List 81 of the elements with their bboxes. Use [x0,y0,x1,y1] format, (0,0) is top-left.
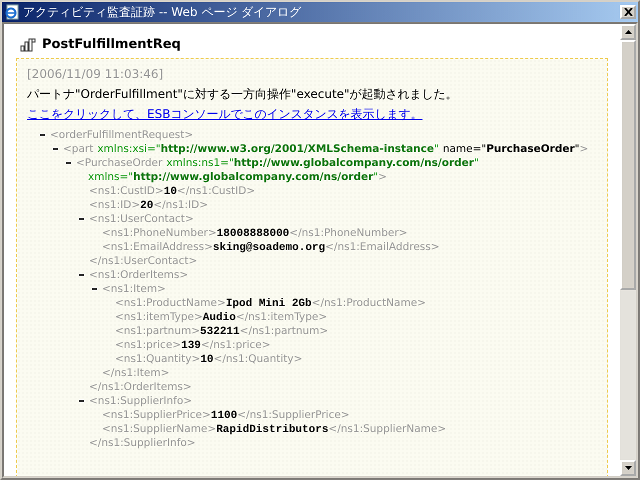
down-arrow-icon [624,466,632,470]
xml-value: Audio [202,312,236,324]
xml-tag: <part [63,143,94,155]
xml-bracket: > [202,409,211,421]
event-message: パートナ"OrderFulfillment"に対する一方向操作"execute"が起動されました。 [27,86,458,103]
xml-tag: </ns1:partnum> [240,325,328,337]
xml-tag: </ns1:EmailAddress> [325,241,440,253]
scroll-down-button[interactable] [620,460,636,476]
xml-attribute: xmlns:ns1="http://www.globalcompany.com/ns/order" [166,156,479,170]
xml-tag: <ns1:PhoneNumber [102,227,208,239]
xml-bracket: > [172,339,182,351]
xml-value: 532211 [200,326,240,338]
xml-value: Ipod Mini 2Gb [226,298,312,310]
xml-tag: <orderFulfillmentRequest [50,129,184,141]
xml-value: 10 [164,186,177,198]
xml-tag: </ns1:OrderItems> [89,380,192,394]
xml-tag: <ns1:SupplierPrice [102,409,202,421]
xml-attribute: xmlns="http://www.globalcompany.com/ns/order" [88,170,378,184]
vertical-scrollbar[interactable] [620,24,636,476]
xml-tag: </ns1:SupplierName> [328,423,446,435]
xml-tag: </ns1:SupplierInfo> [89,436,196,450]
xml-tag: <ns1:Item [102,283,158,295]
xml-value: 20 [140,200,154,212]
xml-bracket: > [184,213,194,225]
xml-tag: </ns1:ProductName> [312,297,426,309]
close-button[interactable] [620,5,636,19]
page-icon [4,4,20,20]
xml-tag: </ns1:ID> [153,199,208,211]
xml-value: 18008888000 [216,228,290,240]
xml-bracket: > [217,297,226,309]
xml-bracket: > [194,311,203,323]
xml-bracket: > [208,227,217,239]
window-title: アクティビティ監査証跡 -- Web ページ ダイアログ [23,4,302,20]
xml-tag: <ns1:partnum [115,325,192,337]
xml-tag: <ns1:EmailAddress [102,241,204,253]
xml-bracket: > [378,171,387,183]
xml-value: 139 [181,340,201,352]
xml-tag: </ns1:price> [200,339,271,351]
xml-tag: <ns1:Quantity [115,353,192,365]
xml-tag: <ns1:UserContact [89,213,185,225]
xml-tag: <ns1:SupplierName [102,423,208,435]
xml-bracket: > [183,395,192,407]
xml-tag: </ns1:Quantity> [214,353,302,365]
xml-tag: </ns1:SupplierPrice> [237,409,350,421]
xml-bracket: > [131,199,140,211]
xml-bracket: > [184,129,194,141]
xml-attribute: name="PurchaseOrder" [442,142,580,156]
xml-attribute: xmlns:xsi="http://www.w3.org/2001/XMLSchema-instance" [97,142,439,156]
xml-bracket: > [192,353,200,365]
xml-tag: <ns1:OrderItems [89,269,180,281]
xml-tag: <ns1:itemType [115,311,194,323]
xml-bracket: > [580,143,588,155]
xml-bracket: > [179,269,188,281]
activity-heading: PostFulfillmentReq [42,37,181,52]
xml-tag: </ns1:CustID> [176,185,256,197]
xml-tag: </ns1:UserContact> [89,254,198,268]
xml-value: RapidDistributors [216,424,328,436]
xml-tag: </ns1:itemType> [236,311,328,323]
xml-tag: </ns1:PhoneNumber> [289,227,408,239]
xml-value: 1100 [210,410,238,422]
xml-tag: <PurchaseOrder [76,157,162,169]
up-arrow-icon [624,30,632,34]
xml-tag: </ns1:Item> [102,366,170,380]
xml-tag: <ns1:ID [89,199,132,211]
timestamp: [2006/11/09 11:03:46] [27,67,164,81]
bar-chart-icon [20,38,36,52]
scroll-thumb[interactable] [620,40,636,290]
console-link[interactable]: ここをクリックして、ESBコンソールでこのインスタンスを表示します。 [27,106,422,123]
close-icon [624,8,632,16]
xml-bracket: > [207,423,216,435]
scroll-up-button[interactable] [620,24,636,40]
xml-value: sking@soademo.org [212,242,326,254]
xml-bracket: > [154,185,164,197]
xml-tag: <ns1:CustID [89,185,155,197]
xml-bracket: > [204,241,213,253]
xml-tag: <ns1:price [115,339,172,351]
xml-tag: <ns1:ProductName [115,297,217,309]
xml-tag: <ns1:SupplierInfo [89,395,184,407]
xml-bracket: > [191,325,200,337]
xml-value: 10 [200,354,214,366]
xml-bracket: > [157,283,166,295]
